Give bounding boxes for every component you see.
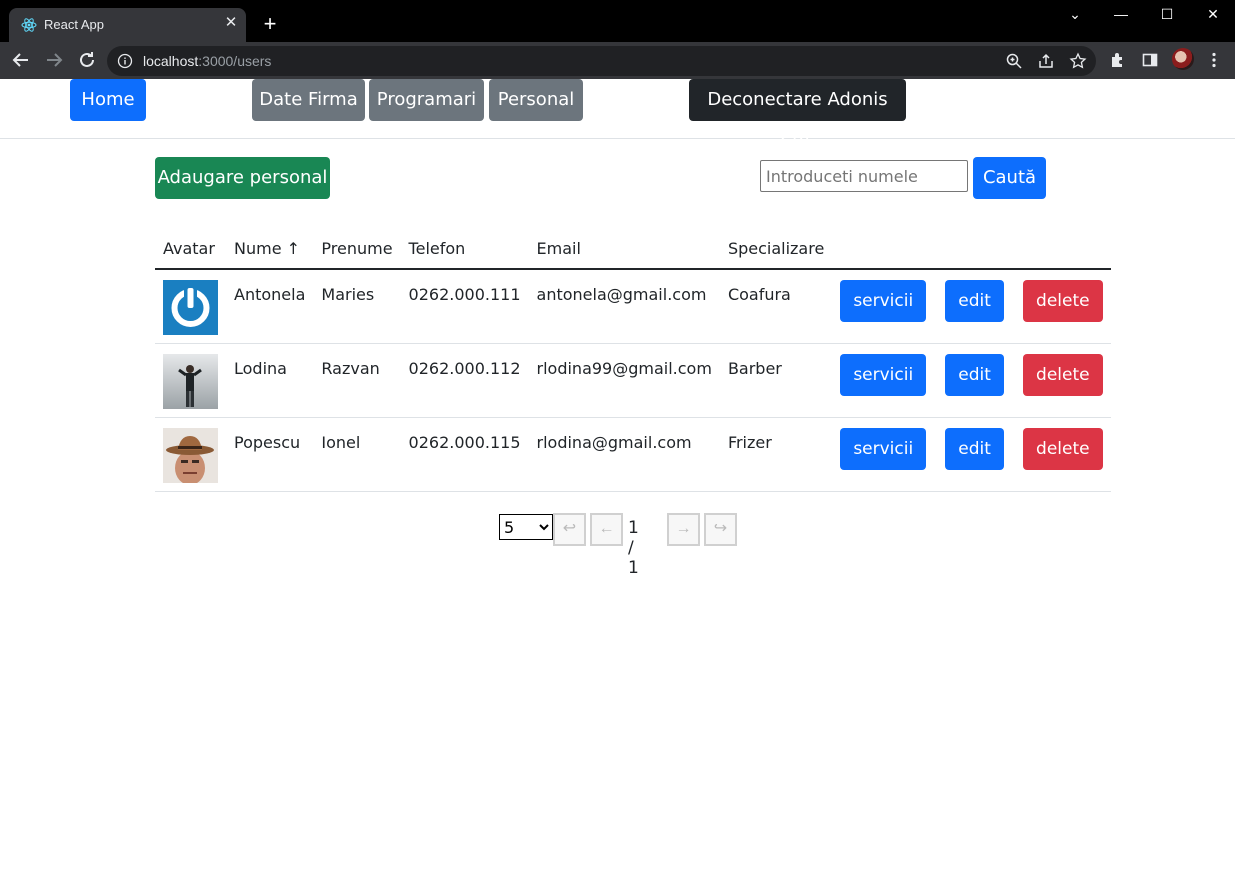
- zoom-icon[interactable]: [1005, 52, 1023, 70]
- browser-toolbar: localhost:3000/users: [0, 42, 1235, 79]
- actions-cell: servicii edit delete: [832, 343, 1111, 418]
- hat-photo-avatar: [163, 427, 218, 483]
- cell-specializare: Coafura: [719, 269, 833, 344]
- next-page-button[interactable]: →: [667, 513, 700, 546]
- tab-close-icon[interactable]: ✕: [222, 14, 240, 32]
- forward-arrow-icon[interactable]: [42, 48, 66, 72]
- tab-search-icon[interactable]: ⌄: [1052, 3, 1098, 25]
- close-window-button[interactable]: ✕: [1190, 3, 1235, 25]
- maximize-button[interactable]: ☐: [1144, 3, 1190, 25]
- cell-email: antonela@gmail.com: [528, 269, 720, 344]
- back-arrow-icon[interactable]: [9, 48, 33, 72]
- browser-tab[interactable]: React App ✕: [9, 8, 246, 42]
- avatar-cell: [155, 269, 226, 344]
- delete-button[interactable]: delete: [1023, 427, 1103, 470]
- cell-email: rlodina@gmail.com: [528, 417, 720, 492]
- page-content: Home Date Firma Programari Personal Deco…: [0, 79, 1235, 872]
- person-photo-avatar: [163, 353, 218, 409]
- browser-tabstrip: React App ✕ + ⌄ — ☐ ✕: [0, 0, 1235, 42]
- actions-cell: servicii edit delete: [832, 269, 1111, 344]
- actions-cell: servicii edit delete: [832, 417, 1111, 492]
- avatar-cell: [155, 343, 226, 418]
- header-email[interactable]: Email: [528, 229, 720, 270]
- cell-telefon: 0262.000.111: [400, 269, 529, 344]
- power-logo-avatar: [163, 280, 218, 335]
- new-tab-button[interactable]: +: [258, 13, 282, 37]
- minimize-button[interactable]: —: [1098, 3, 1144, 25]
- search-input[interactable]: [760, 160, 968, 192]
- table-row: Popescu Ionel 0262.000.115 rlodina@gmail…: [155, 417, 1111, 492]
- cell-telefon: 0262.000.115: [400, 417, 529, 492]
- site-info-icon[interactable]: [117, 53, 133, 69]
- side-panel-icon[interactable]: [1141, 51, 1159, 69]
- header-nume[interactable]: Nume ↑: [226, 229, 314, 270]
- reload-icon[interactable]: [75, 48, 99, 72]
- chrome-menu-icon[interactable]: [1205, 51, 1223, 69]
- staff-table: Avatar Nume ↑ Prenume Telefon Email Spec…: [155, 229, 1111, 492]
- cell-prenume: Maries: [313, 269, 401, 344]
- cell-nume: Antonela: [226, 269, 314, 344]
- servicii-button[interactable]: servicii: [840, 280, 927, 322]
- delete-button[interactable]: delete: [1023, 280, 1103, 322]
- table-header-row: Avatar Nume ↑ Prenume Telefon Email Spec…: [155, 229, 1111, 270]
- servicii-button[interactable]: servicii: [840, 427, 927, 470]
- avatar-cell: [155, 417, 226, 492]
- share-icon[interactable]: [1037, 52, 1055, 70]
- edit-button[interactable]: edit: [945, 427, 1004, 470]
- react-logo-icon: [21, 18, 37, 32]
- home-button[interactable]: Home: [70, 79, 146, 121]
- cell-specializare: Frizer: [719, 417, 833, 492]
- date-firma-button[interactable]: Date Firma: [252, 79, 365, 121]
- header-telefon[interactable]: Telefon: [400, 229, 529, 270]
- last-page-button[interactable]: ↪: [704, 513, 737, 546]
- cell-prenume: Razvan: [313, 343, 401, 418]
- table-row: Lodina Razvan 0262.000.112 rlodina99@gma…: [155, 343, 1111, 418]
- edit-button[interactable]: edit: [945, 280, 1004, 322]
- tab-title: React App: [44, 17, 104, 32]
- programari-button[interactable]: Programari: [369, 79, 484, 121]
- table-row: Antonela Maries 0262.000.111 antonela@gm…: [155, 269, 1111, 344]
- extensions-puzzle-icon[interactable]: [1109, 51, 1127, 69]
- top-navbar: Home Date Firma Programari Personal Deco…: [0, 79, 1235, 152]
- header-prenume[interactable]: Prenume: [313, 229, 401, 270]
- page-size-select[interactable]: 5: [499, 514, 553, 540]
- profile-avatar[interactable]: [1172, 48, 1194, 70]
- bookmark-star-icon[interactable]: [1069, 52, 1087, 70]
- cell-nume: Popescu: [226, 417, 314, 492]
- cell-email: rlodina99@gmail.com: [528, 343, 720, 418]
- search-button[interactable]: Caută: [973, 157, 1046, 199]
- logout-button[interactable]: Deconectare Adonis SRL: [689, 79, 906, 152]
- cell-nume: Lodina: [226, 343, 314, 418]
- servicii-button[interactable]: servicii: [840, 353, 927, 396]
- header-specializare[interactable]: Specializare: [719, 229, 833, 270]
- edit-button[interactable]: edit: [945, 353, 1004, 396]
- url-text[interactable]: localhost:3000/users: [143, 53, 271, 69]
- personal-button[interactable]: Personal: [489, 79, 583, 121]
- delete-button[interactable]: delete: [1023, 353, 1103, 396]
- cell-prenume: Ionel: [313, 417, 401, 492]
- cell-specializare: Barber: [719, 343, 833, 418]
- header-avatar: Avatar: [155, 229, 226, 270]
- add-staff-button[interactable]: Adaugare personal: [155, 157, 330, 199]
- header-actions: [832, 229, 1111, 270]
- address-bar[interactable]: localhost:3000/users: [107, 46, 1096, 76]
- first-page-button[interactable]: ↩: [553, 513, 586, 546]
- page-info: 1 / 1: [628, 518, 639, 578]
- cell-telefon: 0262.000.112: [400, 343, 529, 418]
- prev-page-button[interactable]: ←: [590, 513, 623, 546]
